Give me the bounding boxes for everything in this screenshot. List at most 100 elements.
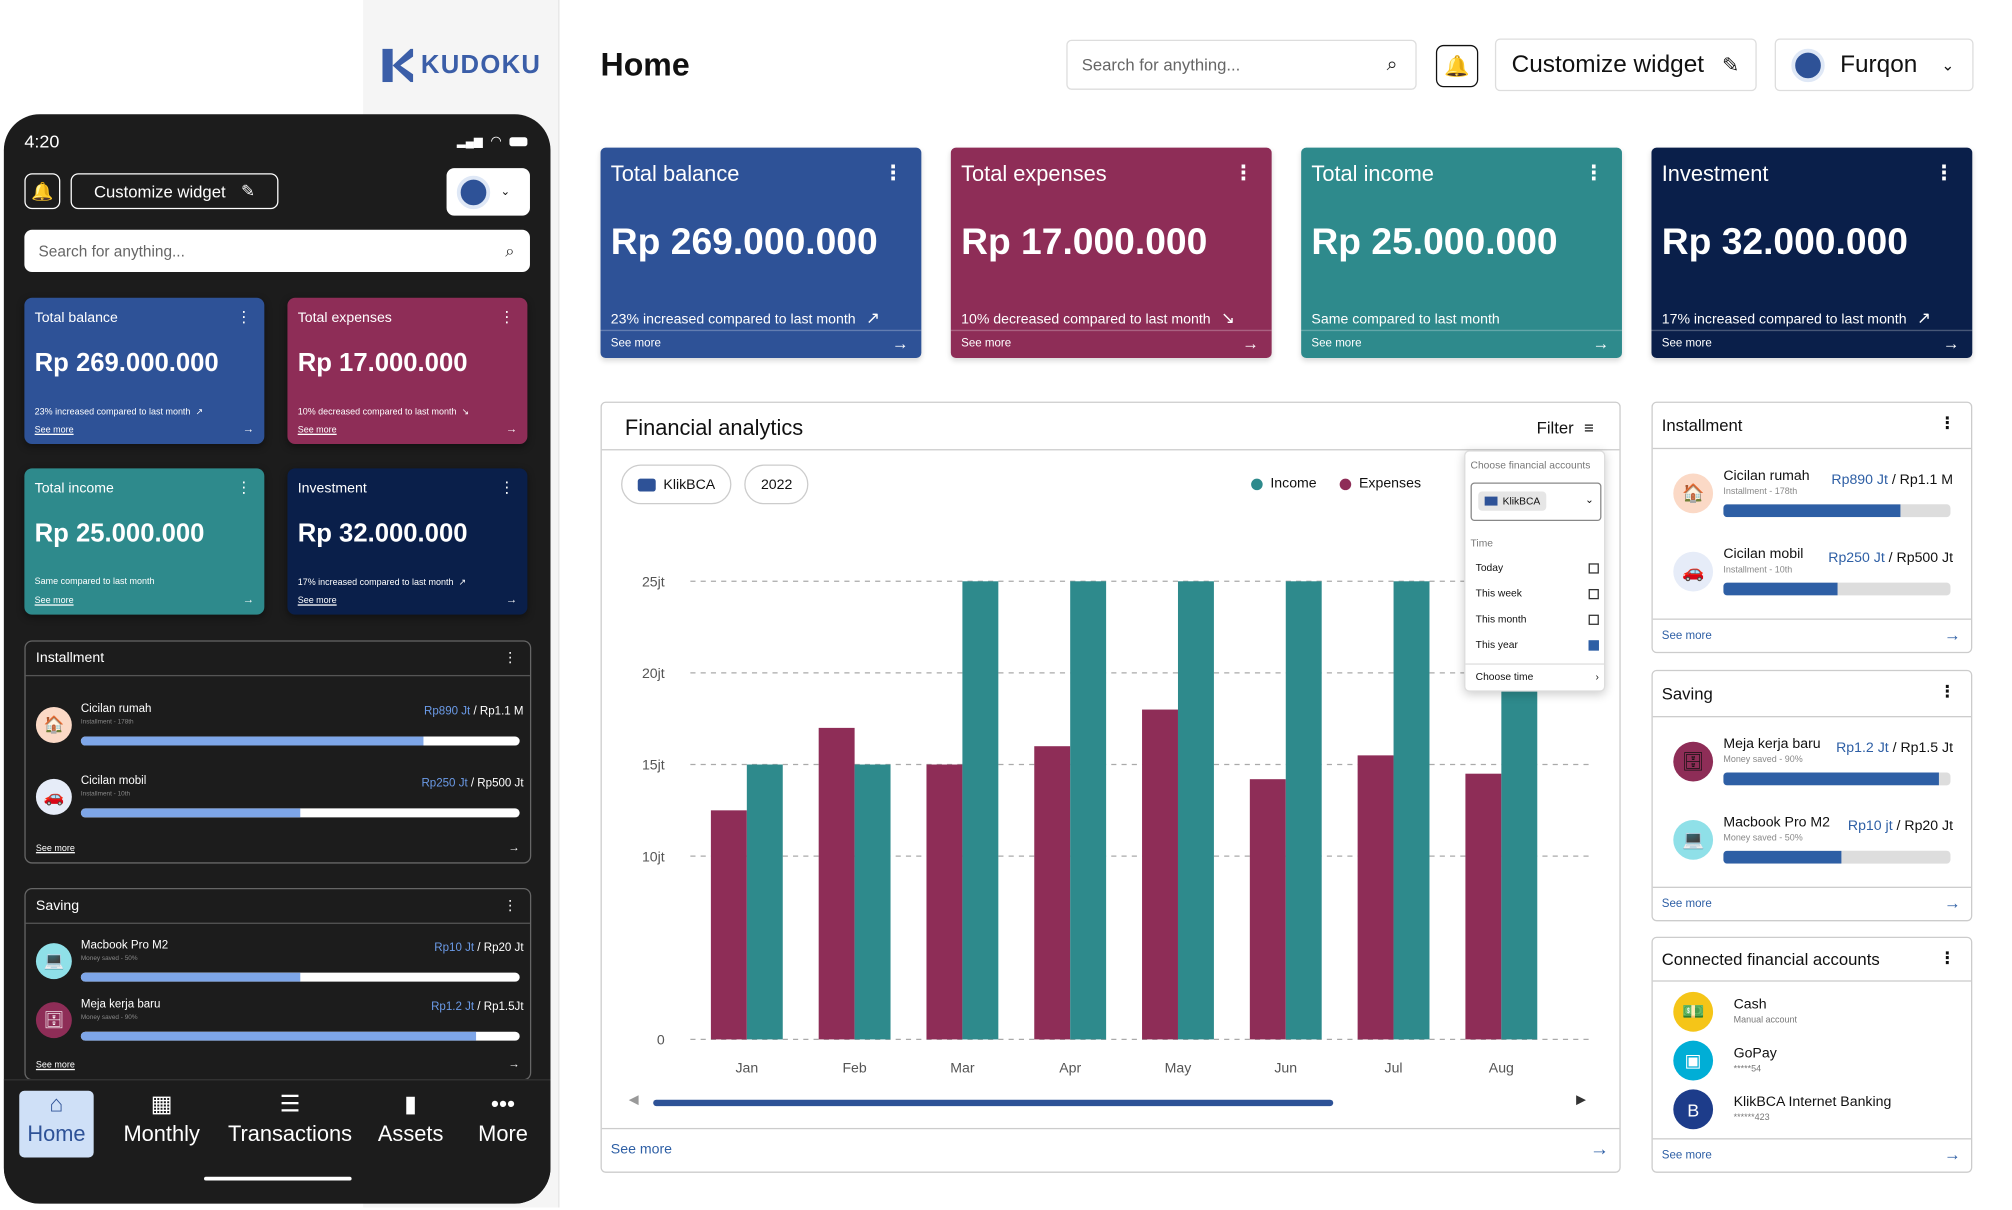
checkbox-icon[interactable] <box>1588 614 1599 625</box>
arrow-right-icon[interactable]: → <box>506 593 518 606</box>
summary-card[interactable]: Total expenses Rp 17.000.000 10% decreased… <box>287 297 528 444</box>
nav-item-home[interactable]: ⌂ Home <box>19 1090 94 1158</box>
checkbox-icon[interactable] <box>1588 562 1599 573</box>
avatar-button[interactable]: ⌄ <box>446 168 530 216</box>
saving-see-more[interactable]: See more <box>36 1061 75 1070</box>
card-see-more[interactable]: See more <box>35 597 74 606</box>
more-options-icon[interactable]: ⋮ <box>236 308 251 326</box>
saving-see-more[interactable]: See more <box>1662 897 1712 910</box>
card-see-more[interactable]: See more <box>1311 336 1361 349</box>
scroll-right-icon[interactable]: ▶ <box>1576 1093 1586 1107</box>
filter-button[interactable]: Filter ≡ <box>1537 418 1594 437</box>
more-options-icon[interactable]: ⋮ <box>1939 681 1956 702</box>
arrow-right-icon[interactable]: → <box>508 1057 520 1070</box>
customize-widget-button[interactable]: Customize widget ✎ <box>70 173 279 210</box>
account-chip[interactable]: KlikBCA <box>621 464 732 505</box>
arrow-right-icon[interactable]: → <box>1592 334 1609 353</box>
more-options-icon[interactable]: ⋮ <box>1233 160 1254 186</box>
time-option[interactable]: This year <box>1476 639 1599 651</box>
bar-income[interactable] <box>962 581 999 1040</box>
card-footer[interactable]: See more → <box>1651 329 1973 358</box>
more-options-icon[interactable]: ⋮ <box>499 479 514 497</box>
list-item[interactable]: 🚗 Cicilan mobil Installment - 10th Rp250 Jt… <box>35 774 524 838</box>
time-option[interactable]: This month <box>1476 613 1599 625</box>
card-see-more[interactable]: See more <box>611 336 661 349</box>
card-footer[interactable]: See more → <box>950 329 1272 358</box>
scroll-thumb[interactable] <box>653 1099 1334 1107</box>
connected-account-item[interactable]: B KlikBCA Internet Banking ******423 <box>1673 1089 1968 1135</box>
analytics-see-more[interactable]: See more <box>611 1142 672 1157</box>
notification-button[interactable]: 🔔 <box>1435 44 1479 88</box>
summary-card[interactable]: Total balance Rp 269.000.000 23% increased… <box>600 147 922 359</box>
list-item[interactable]: 🚗 Cicilan mobil Installment - 10th Rp250 Jt… <box>1673 544 1953 616</box>
more-options-icon[interactable]: ⋮ <box>499 308 514 326</box>
nav-item-transactions[interactable]: ☰ Transactions <box>219 1091 360 1158</box>
time-option[interactable]: Today <box>1476 562 1599 574</box>
card-footer[interactable]: See more → <box>600 329 922 358</box>
connected-see-more[interactable]: See more <box>1662 1148 1712 1161</box>
bar-expenses[interactable] <box>926 764 963 1040</box>
connected-account-item[interactable]: ▣ GoPay *****54 <box>1673 1040 1968 1087</box>
arrow-right-icon[interactable]: → <box>1943 334 1960 353</box>
connected-account-item[interactable]: 💵 Cash Manual account <box>1673 991 1968 1038</box>
card-see-more[interactable]: See more <box>1662 336 1712 349</box>
account-select[interactable]: KlikBCA ⌄ <box>1470 482 1602 521</box>
bar-expenses[interactable] <box>1142 709 1178 1040</box>
card-see-more[interactable]: See more <box>961 336 1011 349</box>
card-see-more[interactable]: See more <box>298 597 337 606</box>
bar-income[interactable] <box>1070 581 1107 1040</box>
user-menu-button[interactable]: Furqon ⌄ <box>1774 38 1974 92</box>
arrow-right-icon[interactable]: → <box>1590 1138 1609 1160</box>
search-input[interactable]: Search for anything... ⌕ <box>24 229 530 273</box>
bar-income[interactable] <box>1177 581 1214 1040</box>
bar-expenses[interactable] <box>1465 773 1502 1040</box>
checkbox-icon[interactable] <box>1588 588 1599 599</box>
saving-footer[interactable]: See more → <box>1652 886 1971 920</box>
summary-card[interactable]: Investment Rp 32.000.000 17% increased com… <box>1651 147 1973 359</box>
arrow-right-icon[interactable]: → <box>892 334 909 353</box>
time-option[interactable]: This week <box>1476 588 1599 599</box>
bar-expenses[interactable] <box>818 727 855 1040</box>
summary-card[interactable]: Total income Rp 25.000.000 Same compared t… <box>1301 147 1622 359</box>
choose-time-option[interactable]: Choose time › <box>1476 671 1599 683</box>
bar-income[interactable] <box>746 764 783 1040</box>
installment-see-more[interactable]: See more <box>1662 629 1712 642</box>
arrow-right-icon[interactable]: → <box>1944 1145 1961 1164</box>
bar-income[interactable] <box>854 764 891 1040</box>
arrow-right-icon[interactable]: → <box>1242 334 1259 353</box>
more-options-icon[interactable]: ⋮ <box>503 897 517 913</box>
summary-card[interactable]: Total income Rp 25.000.000 Same compared t… <box>24 468 265 615</box>
nav-item-assets[interactable]: ▮ Assets <box>375 1091 447 1158</box>
more-options-icon[interactable]: ⋮ <box>1934 160 1955 186</box>
bar-expenses[interactable] <box>1249 779 1286 1040</box>
bar-income[interactable] <box>1393 581 1430 1040</box>
list-item[interactable]: 🏠 Cicilan rumah Installment - 178th Rp890 J… <box>1673 466 1953 538</box>
list-item[interactable]: 🗄 Meja kerja baru Money saved - 90% Rp1.2 J… <box>35 997 524 1061</box>
installment-see-more[interactable]: See more <box>36 844 75 853</box>
card-see-more[interactable]: See more <box>298 426 337 435</box>
list-item[interactable]: 🗄 Meja kerja baru Money saved - 90% Rp1.2 J… <box>1673 734 1953 806</box>
card-footer[interactable]: See more → <box>1301 329 1622 358</box>
bar-income[interactable] <box>1285 581 1322 1040</box>
bar-expenses[interactable] <box>1034 746 1071 1040</box>
checkbox-checked-icon[interactable] <box>1588 639 1599 650</box>
arrow-right-icon[interactable]: → <box>1944 625 1961 644</box>
connected-footer[interactable]: See more → <box>1652 1138 1971 1171</box>
scroll-left-icon[interactable]: ◀ <box>629 1093 639 1107</box>
more-options-icon[interactable]: ⋮ <box>503 649 517 666</box>
more-options-icon[interactable]: ⋮ <box>1583 160 1604 186</box>
card-see-more[interactable]: See more <box>35 426 74 435</box>
more-options-icon[interactable]: ⋮ <box>236 479 251 497</box>
search-input[interactable]: Search for anything... ⌕ <box>1066 39 1417 90</box>
list-item[interactable]: 🏠 Cicilan rumah Installment - 178th Rp890 J… <box>35 702 524 766</box>
installment-footer[interactable]: See more → <box>1652 618 1971 652</box>
arrow-right-icon[interactable]: → <box>1944 893 1961 912</box>
bar-expenses[interactable] <box>710 810 747 1040</box>
more-options-icon[interactable]: ⋮ <box>1939 413 1956 434</box>
notification-button[interactable]: 🔔 <box>24 173 61 210</box>
arrow-right-icon[interactable]: → <box>243 422 255 435</box>
analytics-footer[interactable]: See more → <box>601 1127 1620 1172</box>
more-options-icon[interactable]: ⋮ <box>1939 948 1956 969</box>
summary-card[interactable]: Investment Rp 32.000.000 17% increased com… <box>287 468 528 615</box>
summary-card[interactable]: Total balance Rp 269.000.000 23% increased… <box>24 297 265 444</box>
